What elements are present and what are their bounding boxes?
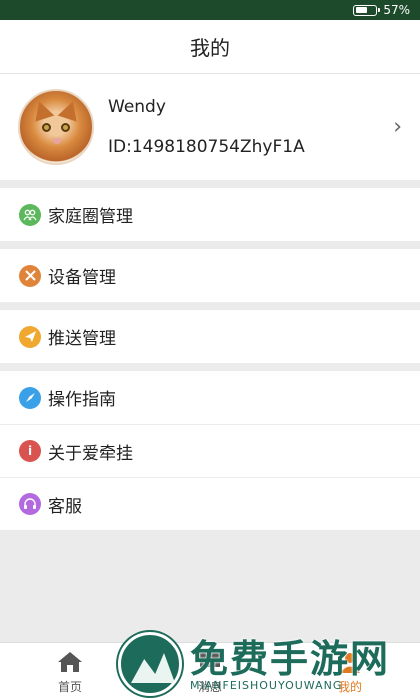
bottom-tab-bar: 首页 消息 我的 免费手游网 MIANFEISHOUYOUWANG: [0, 632, 420, 700]
home-icon: [56, 649, 84, 675]
menu-label: 关于爱牵挂: [48, 443, 133, 464]
menu-label: 推送管理: [48, 329, 116, 349]
send-icon: [19, 325, 41, 348]
tools-icon: [19, 264, 41, 287]
tab-label: 首页: [57, 679, 82, 694]
headset-icon: [19, 493, 41, 515]
menu-item-customer-service[interactable]: 客服: [0, 477, 420, 530]
status-bar: 57%: [0, 0, 420, 20]
chevron-right-icon: ›: [393, 114, 402, 140]
family-icon: [19, 203, 41, 226]
page-title: 我的: [0, 20, 420, 74]
watermark-logo: [118, 632, 182, 696]
watermark: 免费手游网 MIANFEISHOUYOUWANG: [118, 632, 390, 696]
profile-card[interactable]: Wendy ID:1498180754ZhyF1A ›: [0, 74, 420, 180]
menu-item-about[interactable]: i 关于爱牵挂: [0, 424, 420, 477]
menu-item-guide[interactable]: 操作指南: [0, 371, 420, 424]
profile-id: ID:1498180754ZhyF1A: [108, 137, 305, 157]
info-icon: i: [19, 440, 41, 462]
watermark-en: MIANFEISHOUYOUWANG: [190, 678, 343, 692]
watermark-cn: 免费手游网: [190, 636, 391, 681]
avatar: [18, 89, 94, 165]
battery-percent: 57%: [383, 3, 410, 17]
menu-label: 客服: [48, 496, 82, 517]
menu-item-device-management[interactable]: 设备管理: [0, 249, 420, 302]
menu-label: 操作指南: [48, 390, 116, 410]
profile-name: Wendy: [108, 97, 166, 117]
menu-label: 设备管理: [48, 268, 116, 288]
menu-item-family-circle[interactable]: 家庭圈管理: [0, 188, 420, 241]
menu-label: 家庭圈管理: [48, 207, 133, 227]
compass-icon: [19, 386, 41, 409]
battery-icon: [353, 4, 381, 16]
menu-item-push-management[interactable]: 推送管理: [0, 310, 420, 363]
